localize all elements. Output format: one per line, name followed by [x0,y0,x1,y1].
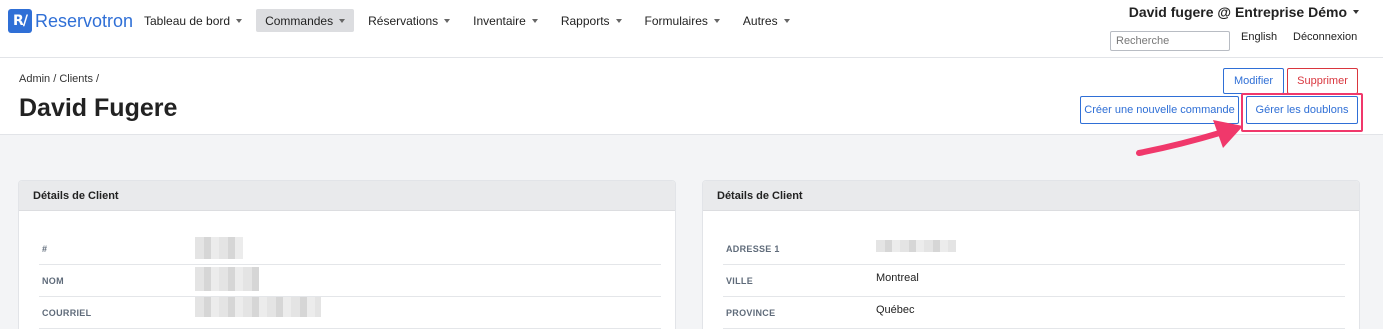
detail-row: VILLE Montreal [723,265,1345,297]
detail-row: NOM [39,265,661,297]
annotation-highlight-box [1241,93,1363,132]
menu-item-label: Tableau de bord [144,13,231,28]
logo-icon: R/ [8,9,32,33]
caret-down-icon [444,18,451,23]
menu-item-reports[interactable]: Rapports [552,9,631,32]
row-value: Québec [876,304,915,316]
search-input[interactable] [1110,31,1230,51]
page-title: David Fugere [19,94,178,122]
client-details-card-right: Détails de Client ADRESSE 1 VILLE Montre… [702,180,1360,329]
menu-item-label: Commandes [265,13,334,28]
redacted-value [195,267,259,291]
brand-name: Reservotron [35,10,134,31]
redacted-value [195,297,321,317]
caret-down-icon [713,18,720,23]
menu-item-others[interactable]: Autres [734,9,799,32]
card-title: Détails de Client [19,181,675,211]
card-title: Détails de Client [703,181,1359,211]
main-menu: Tableau de bord Commandes Réservations I… [135,9,804,32]
client-details-card-left: Détails de Client # NOM COURRIEL [18,180,676,329]
logout-link[interactable]: Déconnexion [1293,31,1357,43]
caret-down-icon [531,18,538,23]
caret-down-icon [339,18,346,23]
redacted-value [876,240,956,252]
menu-item-label: Autres [742,13,778,28]
menu-item-label: Réservations [368,13,439,28]
language-link[interactable]: English [1241,31,1277,43]
user-menu-label: David fugere @ Entreprise Démo [1128,4,1347,20]
menu-item-label: Formulaires [644,13,708,28]
caret-down-icon [1353,10,1359,14]
row-label: NOM [42,276,64,286]
edit-button[interactable]: Modifier [1223,68,1284,94]
caret-down-icon [236,18,243,23]
menu-item-reservations[interactable]: Réservations [359,9,459,32]
row-label: # [42,244,48,254]
menu-item-inventory[interactable]: Inventaire [464,9,547,32]
redacted-value [195,237,243,259]
menu-item-forms[interactable]: Formulaires [636,9,729,32]
detail-row: ADRESSE 1 [723,233,1345,265]
row-value: Montreal [876,272,919,284]
detail-row: PROVINCE Québec [723,297,1345,329]
row-label: ADRESSE 1 [726,244,780,254]
breadcrumb[interactable]: Admin / Clients / [19,73,99,85]
menu-item-label: Rapports [560,13,610,28]
brand-logo[interactable]: R/ Reservotron [8,9,133,33]
row-label: VILLE [726,276,754,286]
caret-down-icon [783,18,790,23]
menu-item-dashboard[interactable]: Tableau de bord [135,9,251,32]
detail-row: # [39,233,661,265]
detail-row: COURRIEL [39,297,661,329]
user-menu[interactable]: David fugere @ Entreprise Démo [1129,4,1359,20]
menu-item-label: Inventaire [473,13,526,28]
caret-down-icon [615,18,622,23]
row-label: PROVINCE [726,308,776,318]
menu-item-orders[interactable]: Commandes [256,9,355,32]
top-navbar: R/ Reservotron Tableau de bord Commandes… [0,0,1383,58]
annotation-arrow-icon [1136,120,1243,156]
delete-button[interactable]: Supprimer [1287,68,1358,94]
row-label: COURRIEL [42,308,92,318]
